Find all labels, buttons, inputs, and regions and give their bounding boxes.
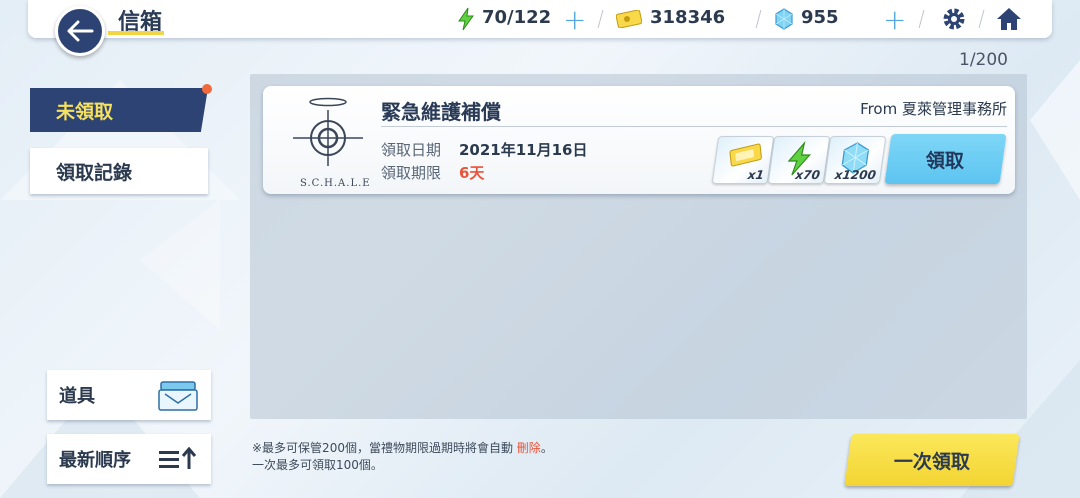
sort-label: 最新順序 — [59, 450, 131, 471]
mail-item[interactable]: S.C.H.A.L.E 緊急維護補償 From 夏萊管理事務所 領取日期 202… — [263, 86, 1015, 194]
gems-add-button[interactable]: + — [883, 3, 906, 36]
note-line1: ※最多可保管200個，當禮物期限過期時將會自動 — [252, 441, 513, 455]
back-button[interactable] — [55, 6, 105, 56]
divider — [381, 126, 1007, 127]
credit-icon — [615, 5, 643, 33]
claim-all-button[interactable]: 一次領取 — [844, 434, 1020, 486]
claim-all-label: 一次領取 — [893, 450, 970, 473]
gems-value: 955 — [801, 7, 839, 28]
title-underline — [108, 31, 164, 35]
footer-note: ※最多可保管200個，當禮物期限過期時將會自動 刪除。 一次最多可領取100個。 — [252, 440, 553, 474]
expire-value: 6天 — [459, 164, 485, 182]
mail-sender: From 夏萊管理事務所 — [860, 100, 1007, 118]
expire-row: 領取期限 6天 — [381, 162, 484, 183]
pyroxene-gem-icon — [770, 5, 798, 33]
reward-item[interactable]: x1 — [711, 136, 775, 184]
reward-item[interactable]: x70 — [767, 136, 831, 184]
reward-qty: x70 — [794, 168, 821, 182]
claim-date-label: 領取日期 — [381, 141, 442, 159]
filter-items-button[interactable]: 道具 — [47, 370, 211, 420]
notification-dot — [202, 84, 212, 94]
ap-value: 70/122 — [482, 7, 552, 28]
reward-qty: x1200 — [833, 168, 877, 182]
credit-ticket-icon — [729, 143, 762, 167]
sort-button[interactable]: 最新順序 — [47, 434, 211, 484]
sort-ascending-icon — [159, 447, 197, 469]
claim-button[interactable]: 領取 — [884, 134, 1007, 184]
ap-add-button[interactable]: + — [563, 3, 586, 36]
reward-item[interactable]: x1200 — [823, 136, 887, 184]
arrow-left-icon — [67, 20, 94, 42]
credits-value: 318346 — [650, 7, 726, 28]
mail-title: 緊急維護補償 — [381, 100, 501, 124]
filter-items-label: 道具 — [59, 386, 95, 407]
claim-date-row: 領取日期 2021年11月16日 — [381, 139, 588, 160]
claim-date-value: 2021年11月16日 — [459, 141, 588, 159]
tab-unclaimed[interactable]: 未領取 — [30, 88, 208, 132]
expire-label: 領取期限 — [381, 164, 442, 182]
gear-icon[interactable] — [940, 5, 968, 33]
schale-logo-icon — [293, 97, 363, 166]
note-delete-word: 刪除 — [516, 441, 541, 455]
note-line2: 一次最多可領取100個。 — [252, 458, 383, 472]
mailbox-icon — [158, 381, 198, 411]
claim-button-label: 領取 — [926, 149, 965, 172]
note-line1-suffix: 。 — [540, 441, 553, 455]
reward-qty: x1 — [746, 168, 765, 182]
schale-logo-text: S.C.H.A.L.E — [300, 178, 371, 189]
ap-lightning-icon — [452, 5, 480, 33]
tab-history[interactable]: 領取記錄 — [30, 148, 208, 194]
home-icon[interactable] — [995, 5, 1023, 33]
mail-count: 1/200 — [959, 50, 1008, 70]
